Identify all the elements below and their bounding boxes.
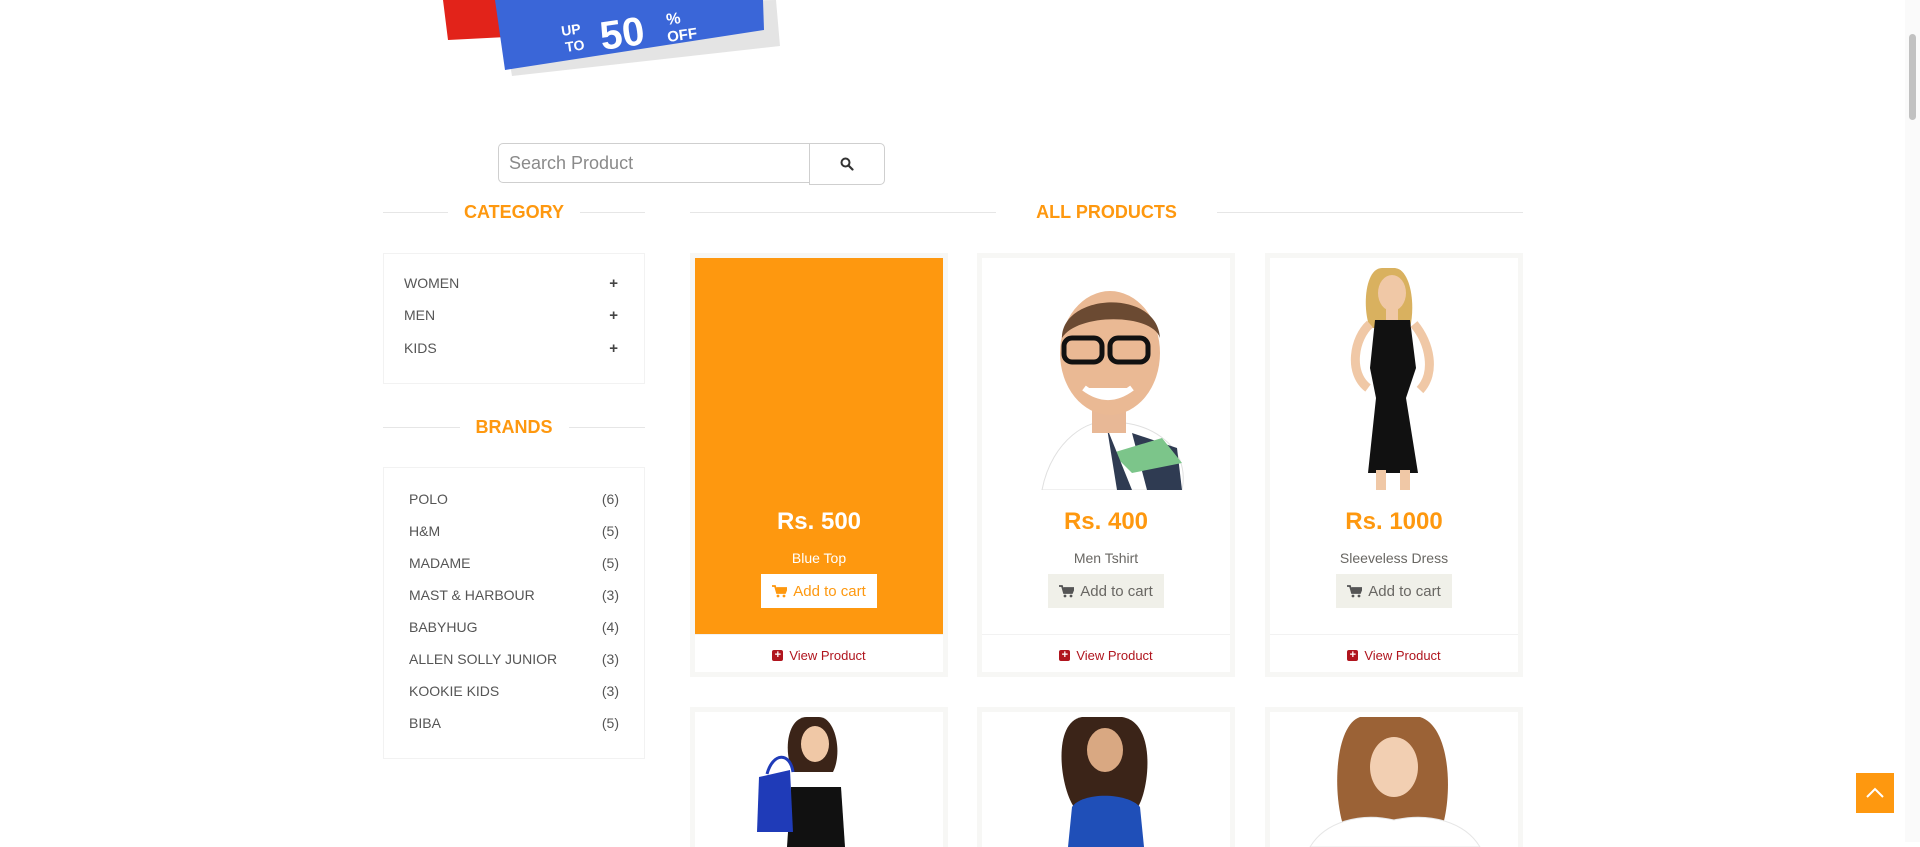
product-image xyxy=(1270,258,1518,490)
product-card xyxy=(690,707,948,847)
shopping-cart-icon xyxy=(772,584,788,597)
brand-name: POLO xyxy=(409,491,448,507)
brand-name: H&M xyxy=(409,523,441,539)
plus-square-icon: + xyxy=(1347,649,1359,661)
view-product-label: View Product xyxy=(789,647,866,663)
product-image xyxy=(982,712,1230,847)
brand-count: (5) xyxy=(601,523,619,539)
brand-name: ALLEN SOLLY JUNIOR xyxy=(409,651,558,667)
search-button[interactable] xyxy=(809,143,885,185)
product-image xyxy=(982,258,1230,490)
product-info: Rs. 400 Men Tshirt Add to cart xyxy=(982,258,1230,634)
category-item-label: KIDS xyxy=(404,340,437,356)
brand-item-polo[interactable]: POLO (6) xyxy=(409,489,619,509)
shopping-cart-icon xyxy=(1347,584,1363,597)
product-name: Sleeveless Dress xyxy=(1339,550,1449,566)
page-scrollbar[interactable] xyxy=(1905,0,1920,842)
category-item-men[interactable]: MEN + xyxy=(404,305,618,325)
brand-count: (5) xyxy=(601,555,619,571)
banner-percent-text: 50 xyxy=(597,9,647,59)
brand-count: (3) xyxy=(601,587,619,603)
plus-icon[interactable]: + xyxy=(609,307,618,324)
plus-icon[interactable]: + xyxy=(609,275,618,292)
product-card: Rs. 1000 Sleeveless Dress Add to cart + … xyxy=(1265,253,1523,677)
scroll-to-top-button[interactable] xyxy=(1856,773,1894,813)
category-title: CATEGORY xyxy=(464,201,565,222)
brand-name: BABYHUG xyxy=(409,619,478,635)
product-name: Men Tshirt xyxy=(1073,550,1139,566)
brand-count: (5) xyxy=(601,715,619,731)
product-image xyxy=(695,712,943,847)
add-to-cart-button[interactable]: Add to cart xyxy=(1336,574,1452,608)
add-to-cart-button[interactable]: Add to cart xyxy=(761,574,877,608)
shopping-cart-icon xyxy=(1059,584,1075,597)
product-card xyxy=(1265,707,1523,847)
category-item-kids[interactable]: KIDS + xyxy=(404,338,618,358)
brands-panel: POLO (6) H&M (5) MADAME (5) MAST & HARBO… xyxy=(383,467,645,759)
divider xyxy=(568,426,646,428)
product-card xyxy=(977,707,1235,847)
product-name: Blue Top xyxy=(791,550,847,566)
brand-name: MAST & HARBOUR xyxy=(409,587,535,603)
brand-count: (6) xyxy=(601,491,619,507)
brand-name: KOOKIE KIDS xyxy=(409,683,500,699)
brand-item-babyhug[interactable]: BABYHUG (4) xyxy=(409,617,619,637)
chevron-up-icon xyxy=(1866,787,1884,798)
divider xyxy=(1216,211,1524,213)
plus-icon[interactable]: + xyxy=(609,340,618,357)
product-price: Rs. 500 xyxy=(776,508,862,535)
all-products-title: ALL PRODUCTS xyxy=(1036,201,1177,222)
brand-item-mast-harbour[interactable]: MAST & HARBOUR (3) xyxy=(409,585,619,605)
product-card: Rs. 400 Men Tshirt Add to cart + View Pr… xyxy=(977,253,1235,677)
brand-item-hm[interactable]: H&M (5) xyxy=(409,521,619,541)
product-image xyxy=(1270,712,1518,847)
brand-item-kookie-kids[interactable]: KOOKIE KIDS (3) xyxy=(409,681,619,701)
category-item-women[interactable]: WOMEN + xyxy=(404,273,618,293)
category-heading: CATEGORY xyxy=(383,197,646,227)
brand-name: BIBA xyxy=(409,715,441,731)
product-price: Rs. 400 xyxy=(1063,508,1149,535)
add-to-cart-label: Add to cart xyxy=(1080,582,1153,600)
category-panel: WOMEN + MEN + KIDS + xyxy=(383,253,645,384)
product-info: Rs. 1000 Sleeveless Dress Add to cart xyxy=(1270,258,1518,634)
plus-square-icon: + xyxy=(1059,649,1071,661)
search-icon xyxy=(840,157,854,171)
product-overlay: Rs. 500 Blue Top Add to cart xyxy=(695,258,943,634)
view-product-link[interactable]: + View Product xyxy=(1270,634,1518,675)
brand-count: (4) xyxy=(601,619,619,635)
search-input[interactable] xyxy=(498,143,810,183)
divider xyxy=(383,211,448,213)
brand-item-biba[interactable]: BIBA (5) xyxy=(409,713,619,733)
category-item-label: WOMEN xyxy=(404,275,460,291)
view-product-link[interactable]: + View Product xyxy=(695,634,943,675)
view-product-link[interactable]: + View Product xyxy=(982,634,1230,675)
divider xyxy=(580,211,646,213)
brands-title: BRANDS xyxy=(475,416,553,437)
banner-to-text: TO xyxy=(564,36,585,55)
divider xyxy=(690,211,997,213)
brands-heading: BRANDS xyxy=(383,412,646,442)
add-to-cart-button[interactable]: Add to cart xyxy=(1048,574,1164,608)
view-product-label: View Product xyxy=(1364,647,1441,663)
scrollbar-thumb[interactable] xyxy=(1909,34,1916,120)
view-product-label: View Product xyxy=(1076,647,1153,663)
add-to-cart-label: Add to cart xyxy=(1368,582,1441,600)
product-card: Rs. 500 Blue Top Add to cart + View Prod… xyxy=(690,253,948,677)
brand-count: (3) xyxy=(601,683,619,699)
brand-item-madame[interactable]: MADAME (5) xyxy=(409,553,619,573)
divider xyxy=(383,426,460,428)
brand-item-allen-solly-junior[interactable]: ALLEN SOLLY JUNIOR (3) xyxy=(409,649,619,669)
all-products-heading: ALL PRODUCTS xyxy=(690,197,1524,227)
brand-count: (3) xyxy=(601,651,619,667)
category-item-label: MEN xyxy=(404,307,436,323)
banner-percent-sign: % xyxy=(665,10,681,29)
brand-name: MADAME xyxy=(409,555,471,571)
sale-banner: UP TO 50 % OFF xyxy=(443,0,780,76)
product-price: Rs. 1000 xyxy=(1345,508,1443,535)
search-bar xyxy=(498,143,885,185)
plus-square-icon: + xyxy=(772,649,784,661)
add-to-cart-label: Add to cart xyxy=(793,582,866,600)
